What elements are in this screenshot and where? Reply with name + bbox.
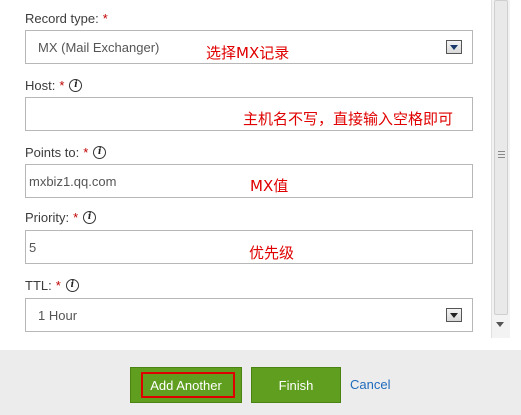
required-mark: * <box>83 145 89 160</box>
info-icon[interactable]: i <box>93 146 107 159</box>
info-icon[interactable]: i <box>83 211 97 224</box>
required-mark: * <box>55 278 61 293</box>
required-mark: * <box>59 78 65 93</box>
highlight-box <box>141 372 235 398</box>
priority-value: 5 <box>29 239 37 255</box>
annotation-host: 主机名不写，直接输入空格即可 <box>243 110 454 128</box>
host-label: Host: * i <box>25 78 83 93</box>
record-type-label: Record type: * <box>25 11 108 26</box>
ttl-value: 1 Hour <box>38 307 78 323</box>
points-to-value: mxbiz1.qq.com <box>29 173 117 189</box>
record-type-value: MX (Mail Exchanger) <box>38 39 160 55</box>
scrollbar-thumb[interactable] <box>494 0 508 315</box>
dropdown-arrow-icon[interactable] <box>446 40 462 54</box>
points-to-label: Points to: * i <box>25 145 107 160</box>
annotation-record-type: 选择MX记录 <box>206 44 290 62</box>
ttl-select[interactable]: 1 Hour <box>25 298 473 332</box>
dropdown-arrow-icon[interactable] <box>446 308 462 322</box>
info-icon[interactable]: i <box>69 79 83 92</box>
vertical-scrollbar[interactable] <box>491 0 510 338</box>
info-icon[interactable]: i <box>65 279 79 292</box>
dns-record-form: Record type: * MX (Mail Exchanger) 选择MX记… <box>0 0 490 350</box>
required-mark: * <box>73 210 79 225</box>
finish-label: Finish <box>278 377 314 393</box>
finish-button[interactable]: Finish <box>251 367 341 403</box>
scroll-down-arrow-icon[interactable] <box>496 322 504 327</box>
cancel-link[interactable]: Cancel <box>350 377 390 392</box>
required-mark: * <box>102 11 108 26</box>
points-to-input[interactable]: mxbiz1.qq.com <box>25 164 473 198</box>
dialog-footer: Add Another Finish Cancel <box>0 350 521 415</box>
priority-label: Priority: * i <box>25 210 97 225</box>
annotation-points-to: MX值 <box>250 177 289 195</box>
ttl-label: TTL: * i <box>25 278 79 293</box>
annotation-priority: 优先级 <box>249 244 295 262</box>
add-another-button[interactable]: Add Another <box>130 367 242 403</box>
scrollbar-grip-icon <box>498 151 505 160</box>
